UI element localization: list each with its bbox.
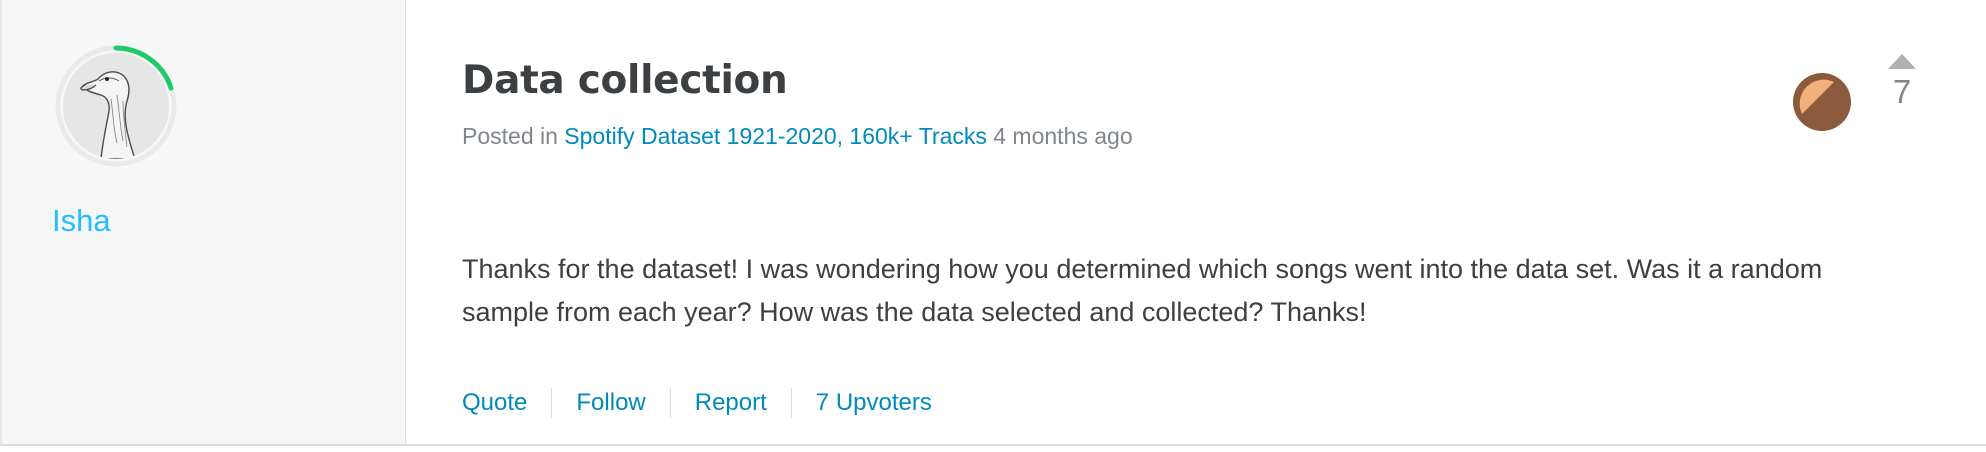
post-actions: Quote Follow Report 7 Upvoters (462, 388, 932, 418)
upvote-arrow-icon[interactable] (1888, 54, 1916, 69)
post-meta: Posted in Spotify Dataset 1921-2020, 160… (462, 123, 1133, 150)
upvoters-link[interactable]: 7 Upvoters (816, 389, 932, 417)
quote-button[interactable]: Quote (462, 389, 527, 417)
posted-in-label: Posted in (462, 123, 558, 149)
post-content: Data collection Posted in Spotify Datase… (462, 0, 1986, 444)
action-divider (551, 388, 553, 418)
dataset-link[interactable]: Spotify Dataset 1921-2020, 160k+ Tracks (564, 123, 987, 149)
action-divider (669, 388, 671, 418)
post-time: 4 months ago (993, 123, 1133, 149)
post-body: Thanks for the dataset! I was wondering … (462, 254, 1823, 327)
vote-count: 7 (1892, 73, 1912, 110)
post-title: Data collection (462, 58, 788, 103)
action-divider (790, 388, 792, 418)
author-avatar[interactable] (54, 44, 178, 168)
bronze-medal-icon (1793, 73, 1851, 131)
goose-avatar-icon (63, 53, 169, 159)
follow-button[interactable]: Follow (576, 389, 645, 417)
author-column: Isha (2, 0, 406, 444)
report-button[interactable]: Report (695, 389, 767, 417)
discussion-post: Isha Data collection Posted in Spotify D… (0, 0, 1986, 446)
vote-widget: 7 (1882, 54, 1922, 111)
author-name-link[interactable]: Isha (52, 203, 111, 239)
